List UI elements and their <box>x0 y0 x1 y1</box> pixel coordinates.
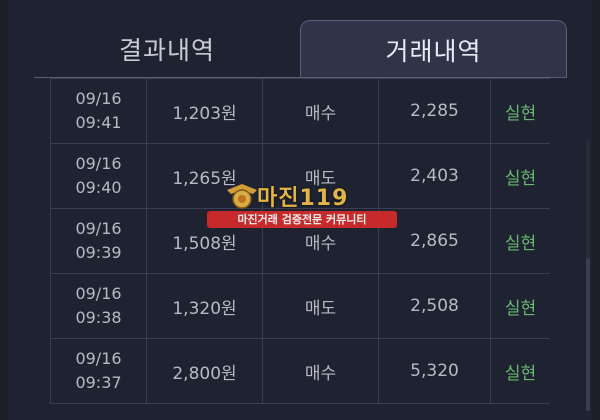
table-row: 09/16 09:41 1,203원 매수 2,285 실현 <box>50 78 550 144</box>
row-amount: 2,403 <box>378 143 491 209</box>
row-status: 실현 <box>490 338 550 404</box>
row-amount: 2,865 <box>378 208 491 274</box>
row-status: 실현 <box>490 273 550 339</box>
row-type: 매도 <box>262 143 379 209</box>
row-datetime: 09/16 09:40 <box>50 143 147 209</box>
tab-bar: 결과내역 거래내역 <box>0 0 600 80</box>
scrollbar-thumb[interactable] <box>586 258 590 411</box>
table-row: 09/16 09:37 2,800원 매수 5,320 실현 <box>50 338 550 404</box>
row-amount: 2,508 <box>378 273 491 339</box>
row-type: 매수 <box>262 78 379 144</box>
trade-history-table: 09/16 09:41 1,203원 매수 2,285 실현 09/16 09:40… <box>50 78 550 418</box>
row-status: 실현 <box>490 208 550 274</box>
tab-results[interactable]: 결과내역 <box>34 20 300 78</box>
row-type: 매수 <box>262 338 379 404</box>
row-price: 1,320원 <box>146 273 263 339</box>
row-type: 매도 <box>262 273 379 339</box>
row-datetime: 09/16 09:37 <box>50 338 147 404</box>
row-datetime: 09/16 09:41 <box>50 78 147 144</box>
row-price: 1,508원 <box>146 208 263 274</box>
row-price: 2,800원 <box>146 338 263 404</box>
row-amount: 2,285 <box>378 78 491 144</box>
row-type: 매수 <box>262 208 379 274</box>
row-datetime: 09/16 09:38 <box>50 273 147 339</box>
table-row: 09/16 09:40 1,265원 매도 2,403 실현 <box>50 143 550 209</box>
row-status: 실현 <box>490 143 550 209</box>
row-price: 1,265원 <box>146 143 263 209</box>
row-price: 1,203원 <box>146 78 263 144</box>
table-row: 09/16 09:39 1,508원 매수 2,865 실현 <box>50 208 550 274</box>
row-datetime: 09/16 09:39 <box>50 208 147 274</box>
table-row: 09/16 09:38 1,320원 매도 2,508 실현 <box>50 273 550 339</box>
row-amount: 5,320 <box>378 338 491 404</box>
row-status: 실현 <box>490 78 550 144</box>
tab-trades[interactable]: 거래내역 <box>300 20 567 78</box>
